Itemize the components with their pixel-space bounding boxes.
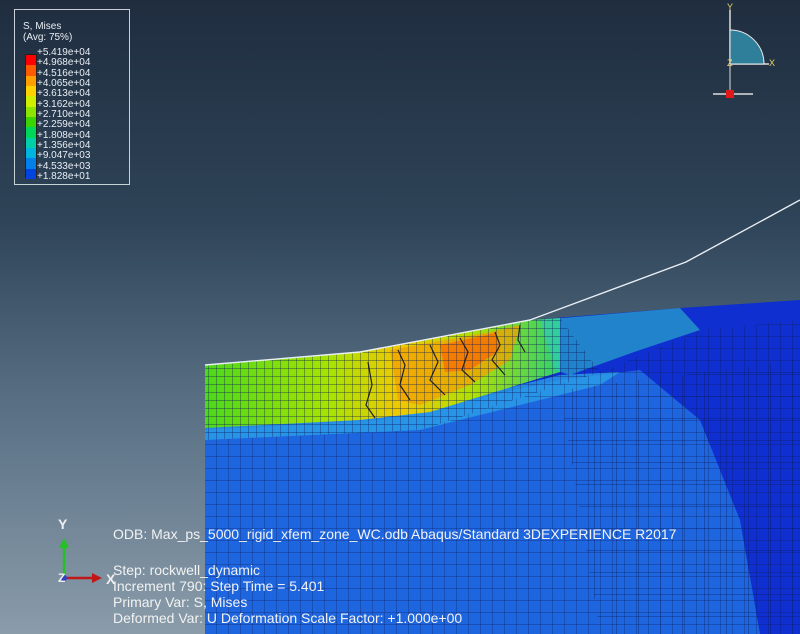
legend-title: S, Mises: [23, 21, 62, 32]
legend-color-swatch: [26, 85, 36, 97]
view-orientation-triad[interactable]: Y X Z: [705, 2, 795, 102]
viewport[interactable]: S, Mises (Avg: 75%) +5.419e+04 +4.968e+04…: [0, 0, 800, 634]
odb-line: ODB: Max_ps_5000_rigid_xfem_zone_WC.odb …: [113, 526, 677, 542]
legend-color-swatch: [26, 168, 36, 179]
legend-color-swatch: [26, 137, 36, 148]
legend-color-swatch: [26, 96, 36, 107]
global-axis-triad: Y X Z: [48, 516, 118, 596]
odb-info-block: ODB: Max_ps_5000_rigid_xfem_zone_WC.odb …: [113, 526, 676, 626]
deformed-var-line: Deformed Var: U Deformation Scale Factor…: [113, 610, 463, 626]
legend-color-swatch: [26, 65, 36, 76]
legend-color-swatch: [26, 106, 36, 117]
axis-y-label: Y: [58, 516, 68, 532]
legend-color-swatch: [26, 75, 36, 86]
increment-line: Increment 790: Step Time = 5.401: [113, 578, 325, 594]
legend-value: +1.828e+01: [37, 170, 91, 182]
legend-subtitle: (Avg: 75%): [23, 32, 73, 43]
legend-color-bar: [25, 54, 37, 179]
contour-legend[interactable]: S, Mises (Avg: 75%) +5.419e+04 +4.968e+04…: [14, 9, 130, 185]
legend-color-swatch: [26, 116, 36, 128]
legend-values: +5.419e+04 +4.968e+04 +4.516e+04 +4.065e+04…: [37, 47, 91, 182]
axis-z-label: Z: [58, 571, 66, 585]
legend-color-swatch: [26, 158, 36, 169]
view-triad-z-label: Z: [727, 58, 733, 68]
view-triad-x-label: X: [769, 58, 776, 68]
legend-color-swatch: [26, 127, 36, 138]
legend-color-swatch: [26, 147, 36, 159]
view-triad-y-label: Y: [727, 2, 734, 12]
step-line: Step: rockwell_dynamic: [113, 562, 261, 578]
primary-var-line: Primary Var: S, Mises: [113, 594, 248, 610]
legend-color-swatch: [26, 55, 36, 66]
